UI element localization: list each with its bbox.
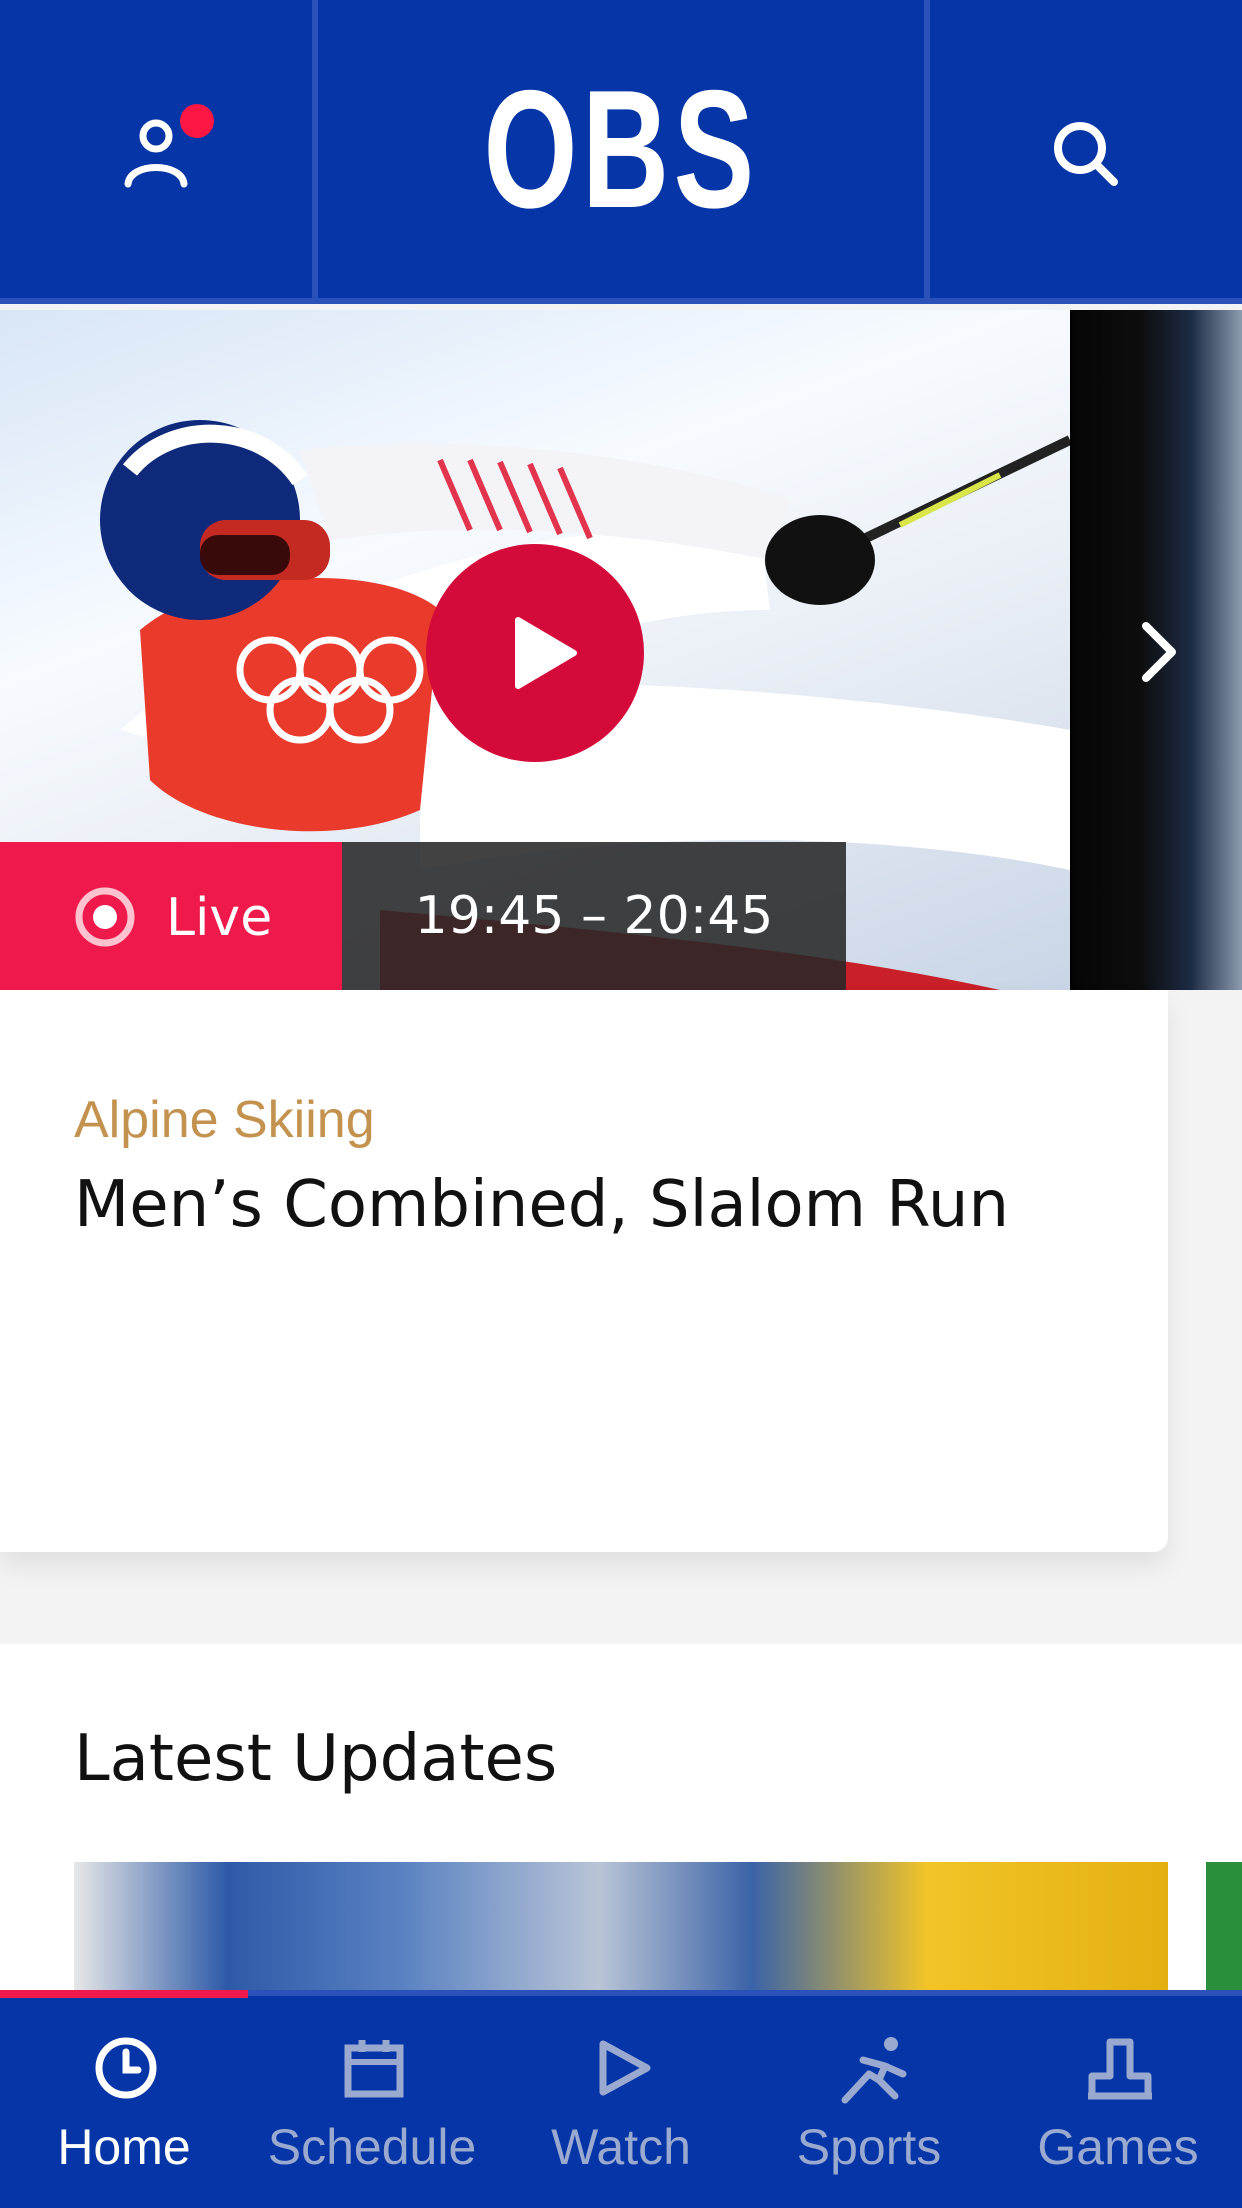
section-title: Latest Updates	[74, 1722, 558, 1796]
athlete-icon	[841, 2037, 907, 2104]
nav-label: Sports	[796, 2119, 942, 2175]
search-icon	[1054, 122, 1118, 186]
latest-updates-section: Latest Updates	[0, 1644, 1242, 1994]
hero-carousel[interactable]: Live 19:45 – 20:45	[0, 310, 1242, 990]
clock-icon	[95, 2037, 157, 2099]
play-button[interactable]	[426, 544, 644, 762]
calendar-icon	[344, 2040, 404, 2098]
play-icon	[515, 617, 577, 689]
bottom-navigation: Home Schedule Watch Sports Games	[0, 1990, 1242, 2208]
nav-label: Schedule	[267, 2119, 477, 2175]
nav-schedule[interactable]: Schedule	[248, 1990, 496, 2208]
live-label: Live	[166, 888, 273, 948]
live-indicator-icon	[75, 887, 135, 947]
live-badge: Live	[0, 842, 342, 990]
event-title: Men’s Combined, Slalom Run	[74, 1168, 1009, 1242]
profile-button[interactable]	[0, 0, 312, 298]
nav-sports[interactable]: Sports	[745, 1990, 993, 2208]
header-bottom-line	[0, 298, 1242, 304]
play-outline-icon	[599, 2040, 651, 2096]
search-button[interactable]	[930, 0, 1242, 298]
nav-label: Home	[57, 2119, 191, 2175]
next-update-thumbnail[interactable]	[1206, 1862, 1242, 1994]
update-thumbnail[interactable]	[74, 1862, 1168, 1994]
obs-logo: OBS	[483, 54, 759, 243]
nav-home[interactable]: Home	[0, 1990, 248, 2208]
top-header: OBS	[0, 0, 1242, 304]
podium-icon	[1088, 2038, 1152, 2100]
chevron-right-icon[interactable]	[1138, 620, 1182, 684]
sport-label: Alpine Skiing	[74, 1091, 375, 1149]
nav-games[interactable]: Games	[994, 1990, 1242, 2208]
header-divider	[312, 0, 318, 304]
nav-watch[interactable]: Watch	[497, 1990, 745, 2208]
nav-label: Watch	[551, 2119, 691, 2175]
nav-label: Games	[1037, 2119, 1199, 2175]
notification-dot	[180, 104, 214, 138]
event-card[interactable]: Alpine Skiing Men’s Combined, Slalom Run	[0, 990, 1168, 1552]
time-range: 19:45 – 20:45	[342, 842, 846, 990]
